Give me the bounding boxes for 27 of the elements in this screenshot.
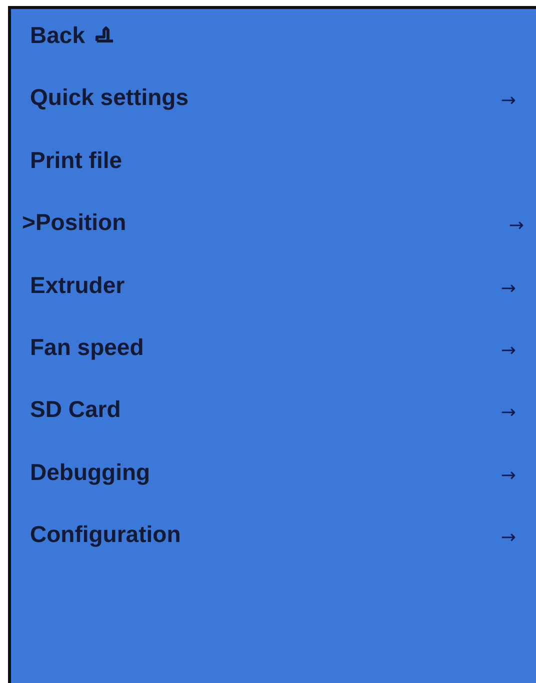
- menu-item-label: Configuration: [30, 520, 181, 548]
- menu-item-label: Quick settings: [30, 83, 188, 112]
- menu-item[interactable]: Debugging →: [11, 458, 536, 520]
- arrow-icon: →: [500, 524, 516, 552]
- menu-item[interactable]: Extruder →: [11, 270, 536, 333]
- arrow-icon: →: [500, 399, 516, 428]
- arrow-icon: →: [500, 87, 516, 116]
- back-label: Back: [30, 21, 85, 49]
- arrow-icon: →: [500, 462, 516, 490]
- arrow-icon: →: [500, 274, 516, 303]
- menu-item[interactable]: Print file: [11, 146, 536, 208]
- menu-item-label: Fan speed: [30, 332, 144, 361]
- menu-item-label: Print file: [30, 146, 122, 174]
- menu-item-label: SD Card: [30, 395, 121, 424]
- cursor-marker: >: [22, 208, 36, 236]
- menu-item-label: Position: [35, 208, 126, 236]
- menu-item[interactable]: >Position →: [11, 208, 536, 271]
- menu-item[interactable]: Configuration →: [11, 520, 536, 583]
- return-icon: [94, 26, 115, 44]
- arrow-icon: →: [500, 336, 516, 365]
- menu-item-label: Debugging: [30, 458, 150, 486]
- arrow-icon: →: [508, 212, 524, 240]
- menu-item[interactable]: Back: [11, 21, 536, 84]
- menu-item[interactable]: SD Card →: [11, 395, 536, 458]
- menu-item[interactable]: Quick settings →: [11, 83, 536, 146]
- menu-item-label: Extruder: [30, 270, 125, 299]
- menu-item[interactable]: Fan speed →: [11, 332, 536, 396]
